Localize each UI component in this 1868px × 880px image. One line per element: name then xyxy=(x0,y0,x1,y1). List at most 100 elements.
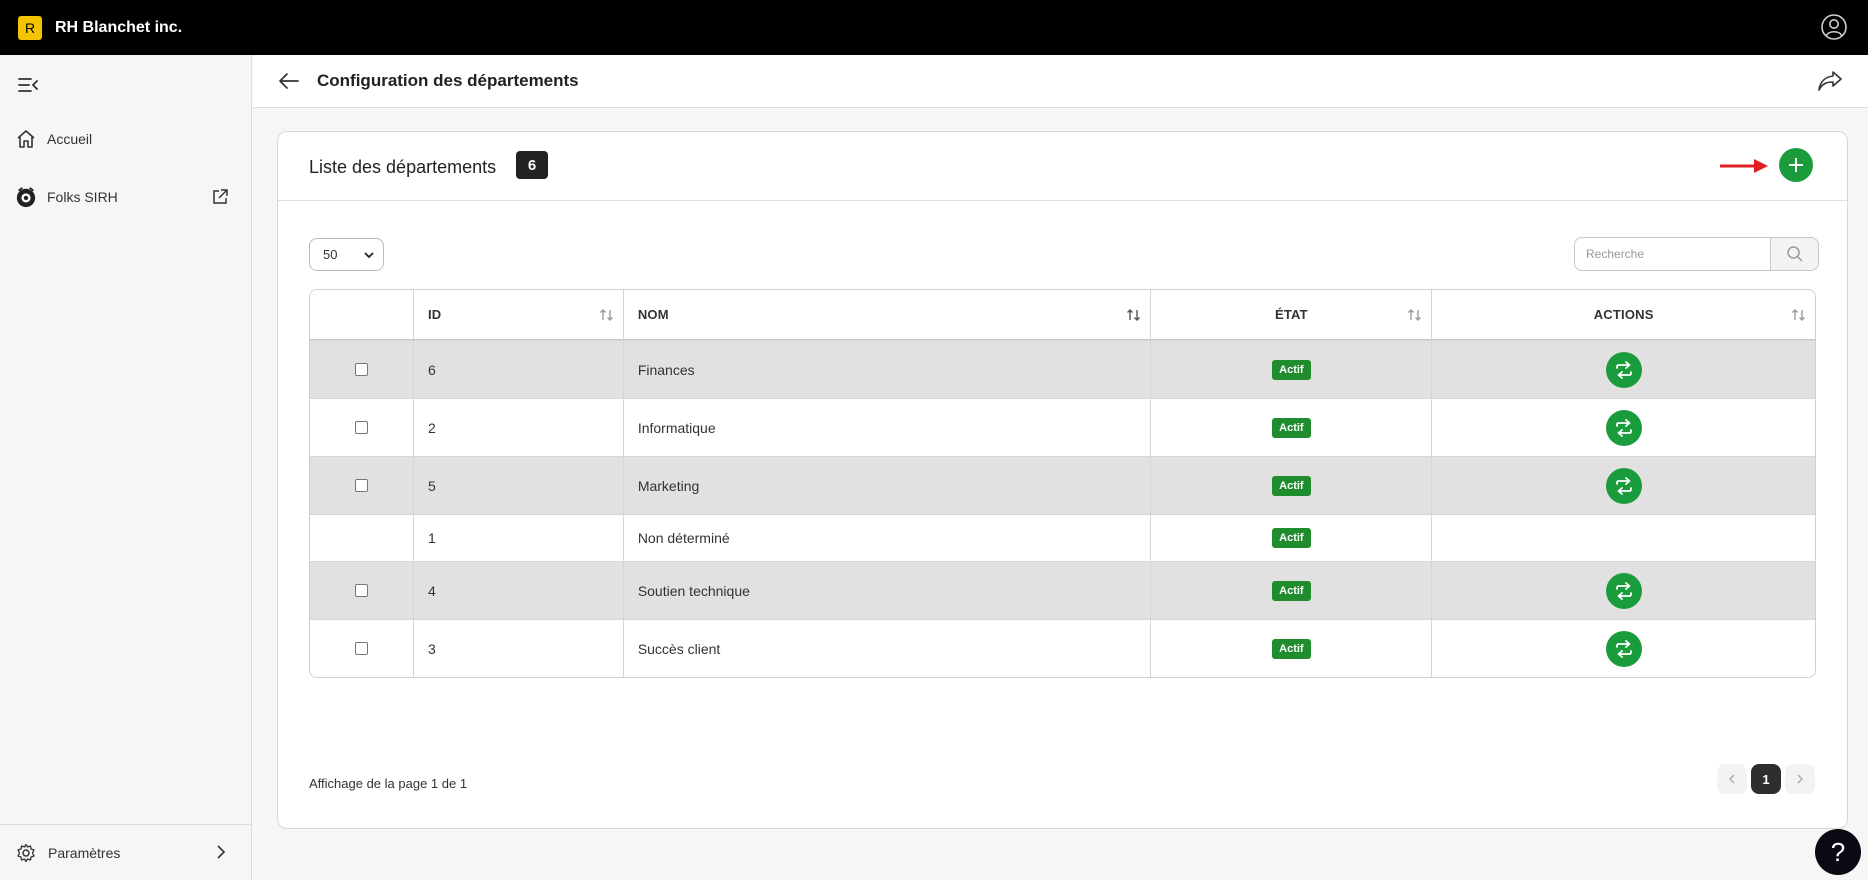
gear-icon xyxy=(17,843,35,862)
row-actions-cell xyxy=(1431,399,1815,456)
row-name: Non déterminé xyxy=(622,515,1151,561)
page-size-select[interactable]: 50 xyxy=(309,238,384,271)
search-button[interactable] xyxy=(1771,237,1819,271)
sort-icon[interactable] xyxy=(1791,307,1807,323)
collapse-menu-icon[interactable] xyxy=(17,75,39,95)
toggle-status-button[interactable] xyxy=(1605,467,1642,504)
page-title: Configuration des départements xyxy=(317,71,579,90)
card-title: Liste des départements xyxy=(309,157,497,177)
row-select-cell xyxy=(310,562,413,619)
sidebar-item-label: Accueil xyxy=(47,131,93,147)
header-etat[interactable]: ÉTAT xyxy=(1150,290,1431,339)
home-icon xyxy=(15,128,37,150)
count-badge: 6 xyxy=(516,151,548,179)
departments-table: ID NOM ÉTAT ACTIONS 6 Finances Actif 2 Infor… xyxy=(309,289,1816,678)
header-select xyxy=(310,290,413,339)
toggle-status-button[interactable] xyxy=(1605,572,1642,609)
swap-icon xyxy=(1615,418,1632,437)
status-badge: Actif xyxy=(1272,580,1311,601)
toggle-status-button[interactable] xyxy=(1605,351,1642,388)
external-link-icon[interactable] xyxy=(211,188,229,206)
add-department-button[interactable] xyxy=(1779,148,1813,182)
back-arrow-icon[interactable] xyxy=(277,69,301,93)
header-actions[interactable]: ACTIONS xyxy=(1431,290,1815,339)
sort-icon[interactable] xyxy=(599,307,615,323)
card-header: Liste des départements 6 xyxy=(278,132,1847,201)
next-page-button[interactable] xyxy=(1785,764,1815,794)
status-badge: Actif xyxy=(1272,359,1311,380)
chevron-down-icon xyxy=(364,252,374,259)
table-row: 4 Soutien technique Actif xyxy=(310,561,1815,619)
page-size-value: 50 xyxy=(323,247,338,262)
search-input[interactable] xyxy=(1574,237,1771,271)
row-actions-cell xyxy=(1431,515,1815,561)
top-bar: R RH Blanchet inc. xyxy=(0,0,1868,55)
row-actions-cell xyxy=(1431,620,1815,677)
row-checkbox[interactable] xyxy=(354,421,368,434)
table-row: 6 Finances Actif xyxy=(310,340,1815,398)
sidebar-item-label: Folks SIRH xyxy=(47,189,118,205)
row-checkbox[interactable] xyxy=(354,479,368,492)
row-state-cell: Actif xyxy=(1150,620,1431,677)
company-name[interactable]: RH Blanchet inc. xyxy=(55,19,182,37)
sidebar: Accueil Folks SIRH Paramètres xyxy=(0,55,252,880)
header-id[interactable]: ID xyxy=(412,290,623,339)
help-button[interactable]: ? xyxy=(1815,829,1861,875)
swap-icon xyxy=(1615,360,1632,379)
departments-card: Liste des départements 6 50 ID xyxy=(277,131,1848,829)
row-select-cell xyxy=(310,457,413,514)
row-select-cell xyxy=(310,515,413,561)
status-badge: Actif xyxy=(1272,417,1311,438)
table-row: 2 Informatique Actif xyxy=(310,398,1815,456)
header-nom[interactable]: NOM xyxy=(622,290,1151,339)
row-checkbox[interactable] xyxy=(354,584,368,597)
sidebar-item-label: Paramètres xyxy=(48,844,121,861)
page-button-current[interactable]: 1 xyxy=(1751,764,1781,794)
row-name: Finances xyxy=(622,341,1151,398)
row-id: 4 xyxy=(412,562,623,619)
table-row: 5 Marketing Actif xyxy=(310,456,1815,514)
row-select-cell xyxy=(310,399,413,456)
page-header: Configuration des départements xyxy=(253,55,1868,108)
share-icon[interactable] xyxy=(1816,68,1844,94)
status-badge: Actif xyxy=(1272,638,1311,659)
user-account-icon[interactable] xyxy=(1820,13,1848,41)
pagination: 1 xyxy=(1717,764,1815,794)
row-id: 1 xyxy=(412,515,623,561)
row-state-cell: Actif xyxy=(1150,399,1431,456)
sidebar-item-parametres[interactable]: Paramètres xyxy=(0,824,251,880)
row-select-cell xyxy=(310,341,413,398)
search-icon xyxy=(1786,246,1803,262)
column-label: ACTIONS xyxy=(1593,307,1654,322)
status-badge: Actif xyxy=(1272,528,1311,548)
table-header-row: ID NOM ÉTAT ACTIONS xyxy=(310,290,1815,340)
prev-page-button[interactable] xyxy=(1717,764,1747,794)
row-id: 2 xyxy=(412,399,623,456)
row-checkbox[interactable] xyxy=(354,363,368,376)
row-checkbox[interactable] xyxy=(354,642,368,655)
sort-icon[interactable] xyxy=(1126,307,1142,323)
row-actions-cell xyxy=(1431,341,1815,398)
row-name: Succès client xyxy=(622,620,1151,677)
column-label: NOM xyxy=(637,307,669,322)
row-actions-cell xyxy=(1431,457,1815,514)
column-label: ID xyxy=(427,307,442,322)
toggle-status-button[interactable] xyxy=(1605,409,1642,446)
row-actions-cell xyxy=(1431,562,1815,619)
chevron-right-icon xyxy=(1797,774,1803,784)
company-logo[interactable]: R xyxy=(18,15,42,40)
pagination-info: Affichage de la page 1 de 1 xyxy=(309,776,468,791)
sidebar-item-accueil[interactable]: Accueil xyxy=(0,119,251,159)
row-name: Informatique xyxy=(622,399,1151,456)
chevron-right-icon xyxy=(217,845,226,859)
row-name: Marketing xyxy=(622,457,1151,514)
sort-icon[interactable] xyxy=(1407,307,1423,323)
swap-icon xyxy=(1615,476,1632,495)
row-name: Soutien technique xyxy=(622,562,1151,619)
swap-icon xyxy=(1615,639,1632,658)
row-id: 3 xyxy=(412,620,623,677)
row-state-cell: Actif xyxy=(1150,341,1431,398)
sidebar-item-folks-sirh[interactable]: Folks SIRH xyxy=(0,177,251,217)
row-state-cell: Actif xyxy=(1150,562,1431,619)
toggle-status-button[interactable] xyxy=(1605,630,1642,667)
